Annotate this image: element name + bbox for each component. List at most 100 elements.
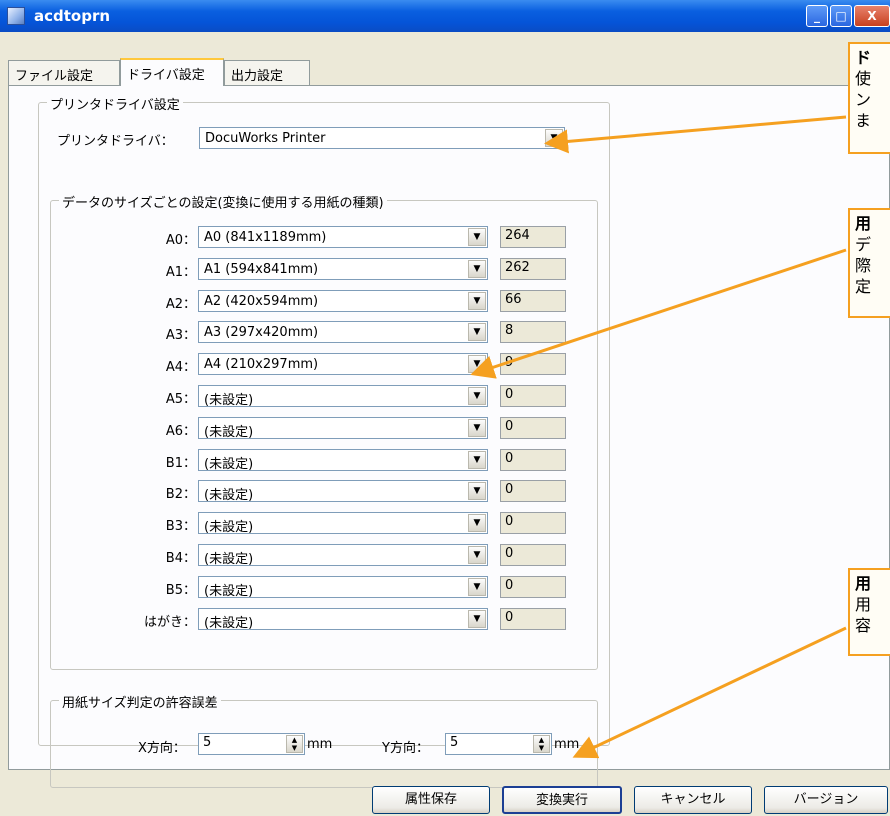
maximize-button[interactable]: □ [830, 5, 852, 27]
cancel-button[interactable]: キャンセル [634, 786, 752, 814]
paper-type-value: (未設定) [204, 616, 254, 631]
paper-type-select[interactable]: (未設定) ▼ [198, 480, 488, 503]
paper-type-value: (未設定) [204, 520, 254, 535]
paper-size-label: A6： [165, 424, 196, 439]
callout-paper: 用 デ 際 定 [848, 208, 890, 318]
page-count-field: 0 [500, 449, 566, 471]
chevron-down-icon[interactable]: ▼ [468, 514, 486, 532]
chevron-down-icon[interactable]: ▼ [468, 387, 486, 405]
convert-button[interactable]: 変換実行 [502, 786, 622, 814]
paper-type-select[interactable]: (未設定) ▼ [198, 385, 488, 408]
paper-type-value: A4 (210x297mm) [204, 357, 319, 372]
chevron-down-icon[interactable]: ▼ [468, 546, 486, 564]
page-count-field: 262 [500, 258, 566, 280]
callout-line: ン [855, 90, 872, 109]
chevron-down-icon[interactable]: ▼ [468, 292, 486, 310]
tab-output-settings[interactable]: 出力設定 [224, 60, 310, 85]
paper-type-value: A1 (594x841mm) [204, 262, 319, 277]
paper-type-value: (未設定) [204, 488, 254, 503]
paper-type-select[interactable]: (未設定) ▼ [198, 417, 488, 440]
spinner-arrows-icon[interactable]: ▲ ▼ [286, 735, 303, 753]
chevron-down-icon[interactable]: ▼ [468, 610, 486, 628]
title-bar[interactable]: acdtoprn _ □ X [0, 0, 890, 32]
page-count-field: 0 [500, 417, 566, 439]
app-icon [7, 7, 25, 25]
printer-driver-select[interactable]: DocuWorks Printer ▼ [199, 127, 565, 149]
page-count-field: 264 [500, 226, 566, 248]
version-button[interactable]: バージョン [764, 786, 888, 814]
paper-size-label: A3： [165, 328, 196, 343]
callout-line: 容 [855, 616, 872, 635]
callout-tolerance: 用 用 容 [848, 568, 890, 656]
x-tolerance-spinner[interactable]: 5 ▲ ▼ [198, 733, 305, 755]
callout-line: 際 [855, 256, 872, 275]
paper-size-label: A1： [165, 265, 196, 280]
paper-type-select[interactable]: (未設定) ▼ [198, 576, 488, 599]
callout-heading: 用 [855, 574, 872, 593]
chevron-down-icon[interactable]: ▼ [468, 228, 486, 246]
chevron-down-icon[interactable]: ▼ [545, 129, 563, 147]
y-unit-label: mm [554, 737, 580, 752]
paper-type-select[interactable]: A1 (594x841mm) ▼ [198, 258, 488, 280]
spinner-arrows-icon[interactable]: ▲ ▼ [533, 735, 550, 753]
x-unit-label: mm [307, 737, 333, 752]
paper-type-select[interactable]: (未設定) ▼ [198, 449, 488, 472]
printer-driver-group-legend: プリンタドライバ設定 [47, 94, 183, 113]
y-tolerance-spinner[interactable]: 5 ▲ ▼ [445, 733, 552, 755]
paper-size-label: A4： [165, 360, 196, 375]
paper-type-value: (未設定) [204, 425, 254, 440]
window-title: acdtoprn [34, 7, 111, 25]
callout-line: 使 [855, 69, 872, 88]
chevron-down-icon[interactable]: ▼ [468, 419, 486, 437]
close-button[interactable]: X [854, 5, 890, 27]
paper-size-label: A5： [165, 392, 196, 407]
chevron-down-icon[interactable]: ▼ [468, 451, 486, 469]
paper-type-select[interactable]: A2 (420x594mm) ▼ [198, 290, 488, 312]
chevron-down-icon[interactable]: ▼ [468, 355, 486, 373]
callout-line: 定 [855, 277, 872, 296]
paper-type-value: A0 (841x1189mm) [204, 230, 327, 245]
paper-type-select[interactable]: (未設定) ▼ [198, 608, 488, 631]
y-direction-label: Y方向： [382, 741, 429, 756]
paper-type-select[interactable]: A4 (210x297mm) ▼ [198, 353, 488, 375]
paper-size-label: B2： [165, 487, 196, 502]
paper-type-value: (未設定) [204, 457, 254, 472]
paper-size-label: A0： [165, 233, 196, 248]
callout-line: デ [855, 235, 872, 254]
paper-type-select[interactable]: A3 (297x420mm) ▼ [198, 321, 488, 343]
paper-size-label: B1： [165, 456, 196, 471]
page-count-field: 0 [500, 480, 566, 502]
paper-type-select[interactable]: A0 (841x1189mm) ▼ [198, 226, 488, 248]
paper-type-value: (未設定) [204, 393, 254, 408]
paper-type-value: A2 (420x594mm) [204, 294, 319, 309]
printer-driver-value: DocuWorks Printer [205, 131, 326, 146]
tolerance-group-legend: 用紙サイズ判定の許容誤差 [59, 692, 221, 711]
save-attributes-button[interactable]: 属性保存 [372, 786, 490, 814]
paper-size-label: A2： [165, 297, 196, 312]
tab-file-settings[interactable]: ファイル設定 [8, 60, 120, 85]
page-count-field: 66 [500, 290, 566, 312]
paper-type-select[interactable]: (未設定) ▼ [198, 544, 488, 567]
chevron-down-icon[interactable]: ▼ [468, 323, 486, 341]
minimize-button[interactable]: _ [806, 5, 828, 27]
page-count-field: 9 [500, 353, 566, 375]
paper-size-label: B4： [165, 551, 196, 566]
paper-type-value: (未設定) [204, 552, 254, 567]
paper-size-group-legend: データのサイズごとの設定(変換に使用する用紙の種類) [59, 192, 387, 211]
paper-size-label: はがき： [143, 615, 196, 630]
x-tolerance-value: 5 [203, 735, 212, 750]
page-count-field: 0 [500, 544, 566, 566]
callout-heading: 用 [855, 214, 872, 233]
chevron-down-icon[interactable]: ▼ [468, 260, 486, 278]
callout-line: 用 [855, 595, 872, 614]
tab-driver-settings[interactable]: ドライバ設定 [120, 58, 224, 86]
callout-line: ま [855, 111, 872, 130]
printer-driver-label: プリンタドライバ： [57, 134, 174, 149]
chevron-down-icon[interactable]: ▼ [468, 578, 486, 596]
page-count-field: 0 [500, 385, 566, 407]
page-count-field: 0 [500, 512, 566, 534]
paper-type-select[interactable]: (未設定) ▼ [198, 512, 488, 535]
chevron-down-icon[interactable]: ▼ [468, 482, 486, 500]
y-tolerance-value: 5 [450, 735, 459, 750]
page-count-field: 0 [500, 576, 566, 598]
